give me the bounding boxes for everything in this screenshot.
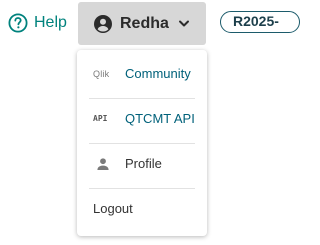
release-badge[interactable]: R2025-	[220, 11, 300, 33]
user-name: Redha	[120, 15, 169, 32]
api-icon: API	[93, 114, 108, 123]
menu-item-logout[interactable]: Logout	[77, 187, 207, 231]
user-dropdown-menu: Qlik Community API QTCMT API Profile Log…	[77, 50, 207, 236]
help-circle-icon	[8, 13, 28, 33]
help-label: Help	[34, 14, 67, 31]
menu-item-profile-label: Profile	[125, 156, 162, 171]
menu-item-qtcmt-api[interactable]: API QTCMT API	[77, 97, 207, 141]
qlik-logo-icon: Qlik	[93, 69, 110, 79]
menu-item-qtcmt-api-label: QTCMT API	[125, 111, 195, 126]
menu-item-profile[interactable]: Profile	[77, 142, 207, 186]
account-circle-icon	[94, 15, 112, 33]
menu-item-community-label: Community	[125, 66, 191, 81]
chevron-down-icon	[179, 20, 189, 27]
top-bar: Help Redha R2025-	[0, 0, 300, 46]
menu-item-logout-label: Logout	[93, 201, 133, 216]
user-menu-button[interactable]: Redha	[78, 2, 206, 45]
menu-item-community[interactable]: Qlik Community	[77, 52, 207, 96]
person-icon	[97, 158, 109, 170]
help-button[interactable]: Help	[8, 12, 67, 34]
